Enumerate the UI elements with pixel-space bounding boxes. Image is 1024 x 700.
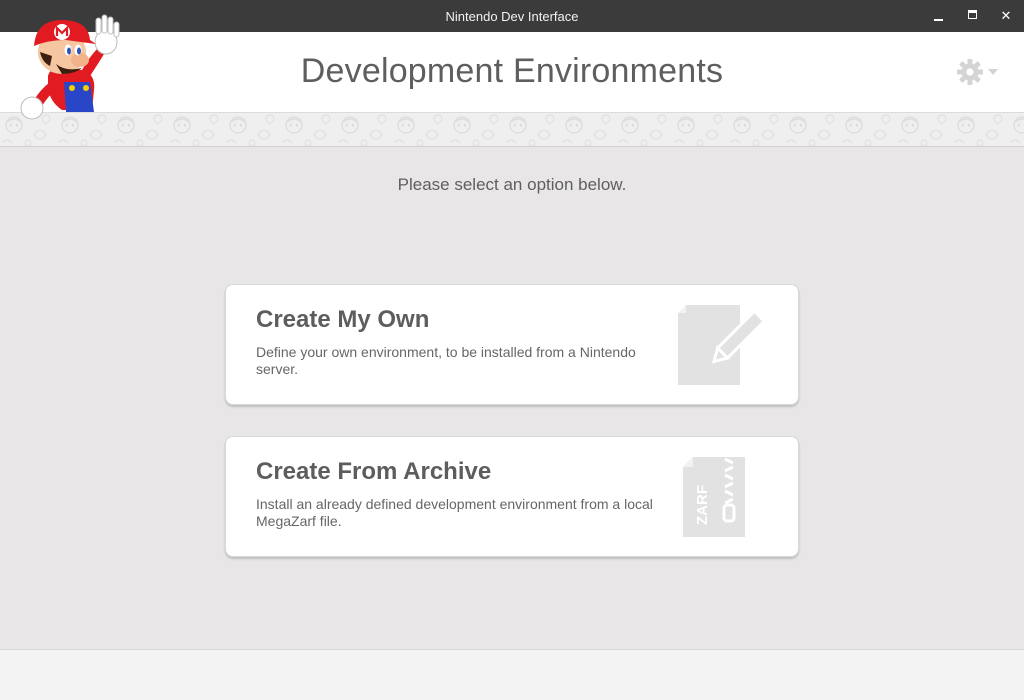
document-pencil-icon (678, 305, 762, 385)
maximize-icon (967, 9, 977, 19)
create-my-own-card[interactable]: Create My Own Define your own environmen… (225, 284, 799, 405)
close-button[interactable]: ✕ (990, 0, 1022, 32)
header: Development Environments (0, 32, 1024, 112)
minimize-icon (933, 19, 943, 21)
card-title: Create My Own (256, 306, 430, 333)
settings-button[interactable] (956, 58, 1000, 86)
character-pattern (0, 113, 1024, 146)
card-title: Create From Archive (256, 458, 492, 485)
card-description: Define your own environment, to be insta… (256, 344, 636, 377)
maximize-button[interactable] (956, 0, 988, 32)
main-content: Please select an option below. Create My… (0, 147, 1024, 649)
decorative-pattern-strip (0, 112, 1024, 147)
close-icon: ✕ (1000, 8, 1012, 23)
footer-bar (0, 649, 1024, 700)
minimize-button[interactable] (922, 0, 954, 32)
instruction-text: Please select an option below. (397, 175, 627, 194)
window-title: Nintendo Dev Interface (445, 9, 579, 24)
mario-mascot (20, 14, 120, 120)
create-from-archive-card[interactable]: Create From Archive Install an already d… (225, 436, 799, 557)
chevron-down-icon (988, 69, 998, 75)
card-description: Install an already defined development e… (256, 496, 653, 529)
zarf-archive-icon: ZARF (683, 457, 745, 537)
zarf-label: ZARF (694, 485, 711, 525)
title-bar: Nintendo Dev Interface ✕ (0, 0, 1024, 32)
page-title: Development Environments (300, 52, 724, 90)
gear-icon (957, 59, 983, 85)
